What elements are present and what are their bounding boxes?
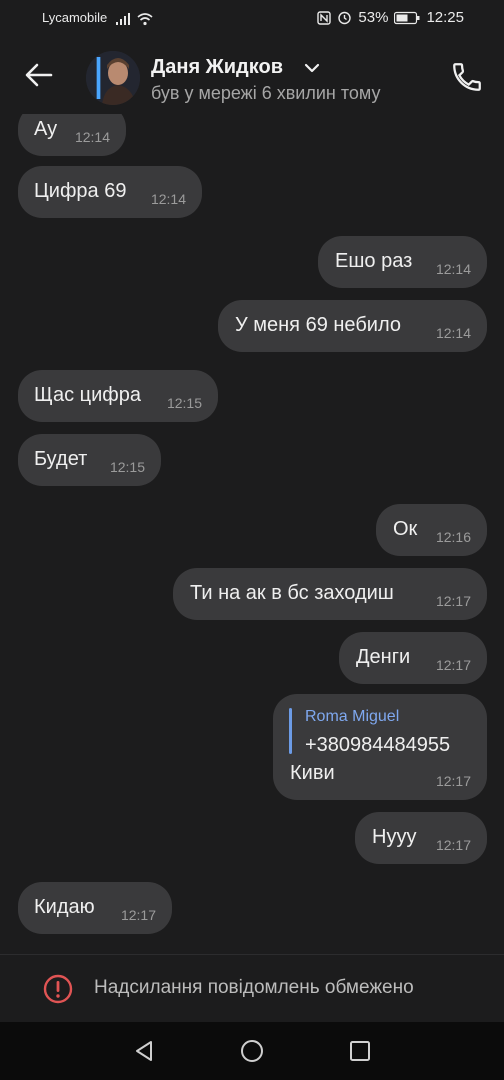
nav-recents-icon[interactable] xyxy=(348,1039,372,1063)
restriction-text: Надсилання повідомлень обмежено xyxy=(94,977,414,998)
message-bubble-incoming[interactable]: Щас цифра 12:15 xyxy=(18,370,218,422)
battery-percent: 53% xyxy=(358,9,389,26)
message-bubble-incoming[interactable]: Цифра 69 12:14 xyxy=(18,166,202,218)
message-text: Ешо раз xyxy=(335,250,413,272)
reply-quote-bar xyxy=(289,708,292,754)
clock: 12:25 xyxy=(426,9,464,26)
status-bar: Lycamobile 53% 12:25 xyxy=(0,0,504,36)
message-bubble-outgoing[interactable]: У меня 69 небило 12:14 xyxy=(218,300,487,352)
back-arrow-icon[interactable] xyxy=(22,58,56,92)
message-time: 12:16 xyxy=(435,529,471,545)
signal-wifi-icon xyxy=(116,13,153,26)
message-bubble-incoming[interactable]: Ау 12:14 xyxy=(18,114,126,156)
message-text: Киви xyxy=(290,762,335,784)
warning-icon xyxy=(43,974,73,1004)
carrier-label: Lycamobile xyxy=(42,10,108,25)
alarm-icon xyxy=(338,11,352,25)
message-time: 12:17 xyxy=(435,657,471,673)
message-time: 12:17 xyxy=(120,907,156,923)
message-time: 12:14 xyxy=(150,191,186,207)
nav-home-icon[interactable] xyxy=(240,1039,264,1063)
message-bubble-outgoing[interactable]: Ти на ак в бс заходиш 12:17 xyxy=(173,568,487,620)
reply-text: +380984484955 xyxy=(305,734,451,756)
message-text: Щас цифра xyxy=(34,384,141,406)
message-bubble-outgoing-reply[interactable]: Roma Miguel +380984484955 Киви 12:17 xyxy=(273,694,487,800)
message-bubble-incoming[interactable]: Будет 12:15 xyxy=(18,434,161,486)
message-bubble-outgoing[interactable]: Нууу 12:17 xyxy=(355,812,487,864)
battery-icon xyxy=(394,11,420,24)
nfc-icon xyxy=(317,10,332,25)
message-time: 12:17 xyxy=(435,837,471,853)
message-text: Нууу xyxy=(372,826,417,848)
message-text: Будет xyxy=(34,448,88,470)
message-bubble-outgoing[interactable]: Ешо раз 12:14 xyxy=(318,236,487,288)
message-list[interactable]: Ау 12:14 Цифра 69 12:14 Ешо раз 12:14 У … xyxy=(0,114,504,954)
chat-header: Даня Жидков був у мережі 6 хвилин тому xyxy=(0,36,504,114)
restricted-footer: Надсилання повідомлень обмежено xyxy=(0,954,504,1023)
message-text: Ти на ак в бс заходиш xyxy=(190,582,394,604)
phone-icon[interactable] xyxy=(450,60,484,94)
avatar-image xyxy=(86,51,140,105)
nav-back-icon[interactable] xyxy=(132,1039,156,1063)
contact-status: був у мережі 6 хвилин тому xyxy=(151,83,381,103)
message-text: Кидаю xyxy=(34,896,95,918)
message-time: 12:15 xyxy=(166,395,202,411)
message-text: Ау xyxy=(34,118,58,140)
contact-name[interactable]: Даня Жидков xyxy=(151,56,283,79)
message-time: 12:14 xyxy=(74,129,110,145)
message-time: 12:17 xyxy=(435,593,471,609)
system-nav-bar xyxy=(0,1022,504,1080)
message-text: У меня 69 небило xyxy=(235,314,401,336)
message-bubble-incoming[interactable]: Кидаю 12:17 xyxy=(18,882,172,934)
message-text: Денги xyxy=(356,646,411,668)
message-time: 12:15 xyxy=(109,459,145,475)
message-bubble-outgoing[interactable]: Ок 12:16 xyxy=(376,504,487,556)
message-text: Ок xyxy=(393,518,418,540)
chevron-down-icon[interactable] xyxy=(304,62,320,74)
avatar[interactable] xyxy=(86,51,140,105)
message-time: 12:17 xyxy=(435,773,471,789)
message-bubble-outgoing[interactable]: Денги 12:17 xyxy=(339,632,487,684)
reply-author: Roma Miguel xyxy=(305,708,400,725)
message-time: 12:14 xyxy=(435,325,471,341)
message-time: 12:14 xyxy=(435,261,471,277)
message-text: Цифра 69 xyxy=(34,180,127,202)
